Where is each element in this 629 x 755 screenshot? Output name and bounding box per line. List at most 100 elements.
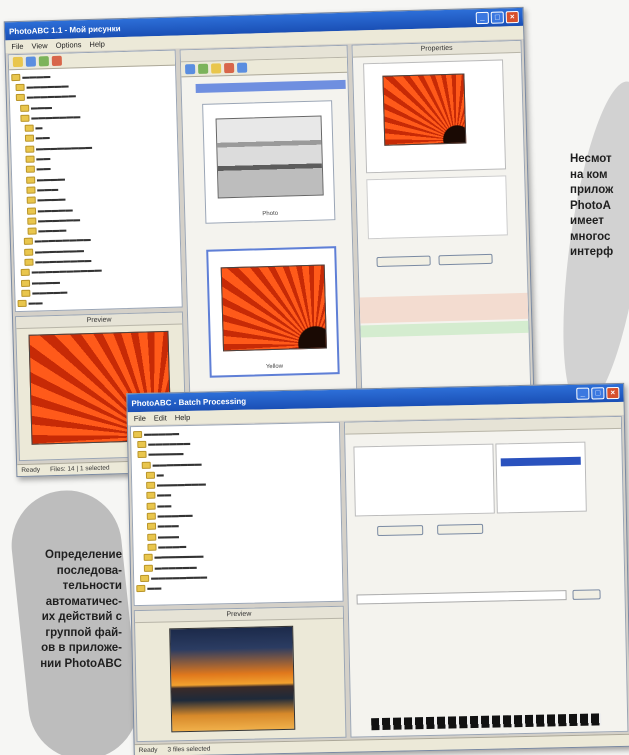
folder-icon	[146, 492, 156, 500]
folder-icon	[21, 289, 31, 297]
path-field[interactable]	[195, 79, 346, 94]
folder-icon	[24, 258, 34, 266]
folder-icon[interactable]	[12, 56, 24, 68]
thumbnail-image	[220, 264, 327, 352]
status-count: Files: 14 | 1 selected	[49, 464, 110, 474]
folder-icon	[145, 471, 155, 479]
properties-header: Properties	[352, 40, 521, 58]
folder-icon	[140, 574, 150, 582]
status-count: 3 files selected	[167, 745, 211, 754]
folder-icon	[26, 207, 36, 215]
menu-view[interactable]: View	[31, 41, 47, 50]
caption-bottom: Определение последова- тельности автомат…	[40, 549, 122, 670]
filmstrip[interactable]	[371, 713, 602, 731]
info-box	[366, 175, 508, 240]
available-actions-list[interactable]	[495, 441, 587, 514]
menu-file[interactable]: File	[11, 42, 23, 51]
menu-file[interactable]: File	[134, 414, 146, 423]
folder-icon	[25, 176, 35, 184]
folder-icon	[15, 83, 25, 91]
folder-icon	[141, 461, 151, 469]
folder-icon	[26, 217, 37, 225]
remove-action-button[interactable]	[437, 523, 484, 535]
caption-top: Несмот на ком прилож PhotoA имеет многос…	[570, 153, 614, 258]
batch-folder-tree[interactable]: ▬▬▬▬▬ ▬▬▬▬▬▬ ▬▬▬▬▬ ▬▬▬▬▬▬▬ ▬ ▬▬▬▬▬▬▬ ▬▬ …	[129, 421, 344, 607]
folder-icon	[24, 124, 34, 132]
thumbnail-label: Photo	[262, 210, 279, 218]
folder-icon	[143, 564, 153, 572]
selected-action-row[interactable]	[500, 456, 581, 467]
close-button[interactable]: ×	[606, 386, 620, 400]
folder-icon	[143, 553, 153, 562]
menu-help[interactable]: Help	[175, 413, 191, 422]
large-preview-image	[382, 73, 467, 146]
folder-icon	[146, 522, 156, 531]
thumbnail-image	[215, 115, 324, 199]
large-preview-frame	[363, 59, 507, 174]
folder-icon	[137, 451, 147, 459]
rotate-icon[interactable]	[198, 63, 209, 74]
folder-icon	[147, 543, 157, 551]
action-button-1[interactable]	[376, 255, 431, 268]
folder-icon	[133, 430, 143, 438]
folder-icon	[23, 248, 34, 256]
status-text: Ready	[21, 466, 41, 475]
action-button-2[interactable]	[438, 253, 493, 266]
folder-icon	[25, 155, 35, 163]
folder-icon	[146, 533, 157, 541]
photoabc-batch-window: PhotoABC - Batch Processing _ □ × File E…	[126, 382, 629, 755]
folder-icon	[145, 481, 155, 489]
folder-icon	[11, 73, 21, 81]
folder-icon	[26, 196, 36, 204]
refresh-icon[interactable]	[25, 56, 37, 67]
tree-items: ▬▬▬▬ ▬▬▬▬▬▬ ▬▬▬▬▬▬▬ ▬▬▬ ▬▬▬▬▬▬▬ ▬ ▬▬ ▬▬▬…	[9, 66, 182, 311]
tree-items: ▬▬▬▬▬ ▬▬▬▬▬▬ ▬▬▬▬▬ ▬▬▬▬▬▬▬ ▬ ▬▬▬▬▬▬▬ ▬▬ …	[131, 423, 342, 596]
status-text: Ready	[138, 746, 158, 755]
settings-icon[interactable]	[236, 62, 248, 73]
thumbnail-toolbar	[180, 57, 348, 78]
view-icon[interactable]	[38, 56, 50, 67]
folder-icon	[24, 145, 35, 153]
zoom-icon[interactable]	[185, 64, 196, 75]
folder-icon	[20, 269, 30, 277]
delete-icon[interactable]	[223, 62, 235, 74]
menu-options[interactable]: Options	[56, 40, 82, 50]
folder-icon	[15, 94, 25, 102]
info-row-2	[360, 320, 531, 338]
batch-settings-pane	[343, 415, 629, 738]
info-row-1	[359, 292, 531, 324]
preview-image	[169, 625, 296, 733]
thumbnail-label: Yellow	[265, 363, 284, 371]
batch-preview-pane: Preview	[133, 605, 347, 743]
folder-icon	[27, 227, 37, 235]
folder-icon	[19, 104, 30, 112]
output-path-field[interactable]	[356, 590, 567, 605]
folder-icon	[25, 165, 35, 174]
folder-icon	[24, 134, 34, 143]
folder-icon	[20, 114, 30, 122]
browse-button[interactable]	[572, 589, 601, 600]
thumbnail-card[interactable]: Photo	[202, 100, 336, 224]
add-action-button[interactable]	[377, 525, 424, 537]
maximize-button[interactable]: □	[591, 387, 605, 400]
minimize-button[interactable]: _	[576, 387, 590, 400]
folder-icon	[17, 299, 27, 308]
delete-icon[interactable]	[51, 55, 62, 67]
folder-icon	[20, 279, 31, 287]
folder-icon[interactable]	[210, 63, 222, 74]
folder-icon	[146, 502, 156, 510]
thumbnail-card-selected[interactable]: Yellow	[206, 246, 340, 378]
folder-tree[interactable]: ▬▬▬▬ ▬▬▬▬▬▬ ▬▬▬▬▬▬▬ ▬▬▬ ▬▬▬▬▬▬▬ ▬ ▬▬ ▬▬▬…	[7, 49, 183, 313]
preview-header: Preview	[134, 606, 344, 624]
folder-icon	[23, 238, 33, 246]
maximize-button[interactable]: □	[490, 11, 504, 24]
minimize-button[interactable]: _	[475, 11, 489, 25]
actions-list[interactable]	[353, 443, 495, 517]
folder-icon	[146, 512, 156, 520]
folder-icon	[136, 584, 146, 593]
close-button[interactable]: ×	[505, 10, 519, 24]
folder-icon	[137, 440, 147, 448]
preview-header: Preview	[15, 312, 183, 330]
menu-edit[interactable]: Edit	[154, 413, 167, 422]
menu-help[interactable]: Help	[89, 40, 105, 49]
